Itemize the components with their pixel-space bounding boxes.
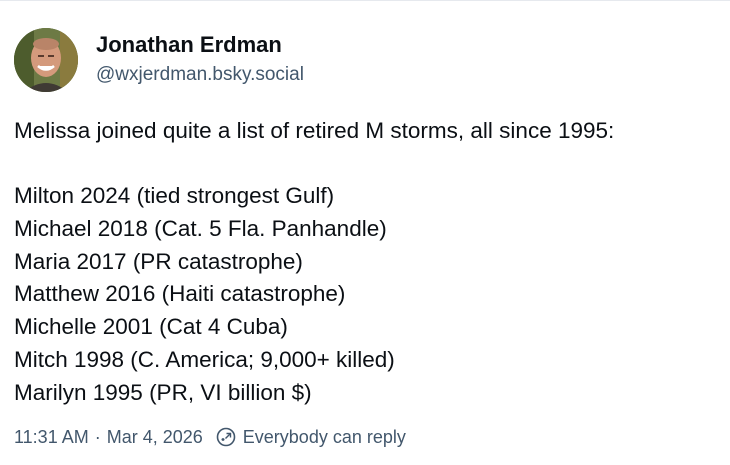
paragraph-break [14, 148, 726, 181]
post-meta: 11:31 AM · Mar 4, 2026 Everybody can rep… [14, 424, 406, 450]
post-date[interactable]: Mar 4, 2026 [107, 427, 203, 448]
storm-list-item: Matthew 2016 (Haiti catastrophe) [14, 281, 346, 307]
avatar-photo [14, 28, 78, 92]
avatar[interactable] [14, 28, 78, 92]
post-card: Jonathan Erdman @wxjerdman.bsky.social M… [0, 0, 730, 465]
storm-list-item: Milton 2024 (tied strongest Gulf) [14, 183, 335, 209]
author-names: Jonathan Erdman @wxjerdman.bsky.social [96, 31, 304, 89]
post-header: Jonathan Erdman @wxjerdman.bsky.social [14, 27, 304, 93]
post-text: Melissa joined quite a list of retired M… [14, 115, 726, 409]
author-display-name[interactable]: Jonathan Erdman [96, 31, 304, 59]
storm-list-item: Maria 2017 (PR catastrophe) [14, 248, 303, 274]
meta-separator: · [94, 426, 101, 447]
reply-settings-icon [215, 426, 237, 448]
author-handle[interactable]: @wxjerdman.bsky.social [96, 61, 304, 89]
reply-setting-label[interactable]: Everybody can reply [243, 427, 406, 448]
storm-list-item: Michael 2018 (Cat. 5 Fla. Panhandle) [14, 216, 387, 242]
post-intro: Melissa joined quite a list of retired M… [14, 118, 615, 143]
storm-list-item: Marilyn 1995 (PR, VI billion $) [14, 379, 312, 405]
storm-list-item: Mitch 1998 (C. America; 9,000+ killed) [14, 346, 395, 372]
storm-list-item: Michelle 2001 (Cat 4 Cuba) [14, 314, 288, 340]
post-time[interactable]: 11:31 AM [14, 427, 89, 448]
